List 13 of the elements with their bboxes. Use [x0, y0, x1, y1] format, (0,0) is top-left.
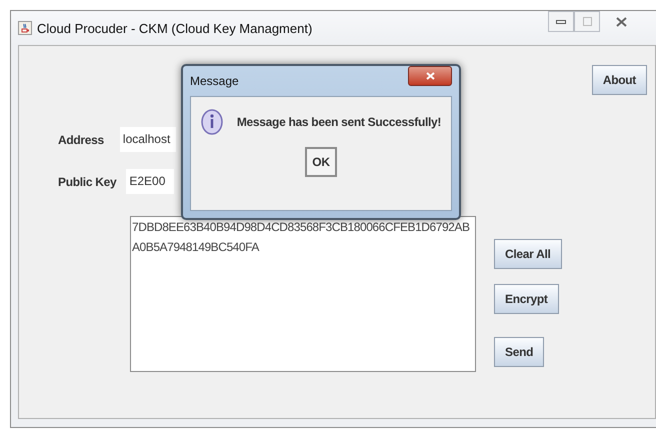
field-label: Public Key [58, 174, 116, 188]
encrypt-button[interactable]: Encrypt [494, 284, 559, 314]
clear-all-button[interactable]: Clear All [494, 239, 562, 269]
message-text-area[interactable]: 7DBD8EE63B40B94D98D4CD83568F3CB180066CFEB1D6792ABA0B5A7948149BC540FA [130, 216, 476, 372]
dialog-title: Message [190, 74, 239, 88]
window-title: Cloud Procuder - CKM (Cloud Key Managment) [37, 20, 314, 36]
dialog-message: Message has been sent Successfully! [236, 115, 442, 129]
about-button[interactable]: About [592, 65, 647, 95]
input-field[interactable]: E2E00 [126, 169, 174, 194]
input-field[interactable]: localhost [120, 127, 176, 152]
send-button[interactable]: Send [494, 337, 544, 367]
field-label: Address [58, 132, 104, 146]
ok-button[interactable]: OK [305, 147, 337, 177]
